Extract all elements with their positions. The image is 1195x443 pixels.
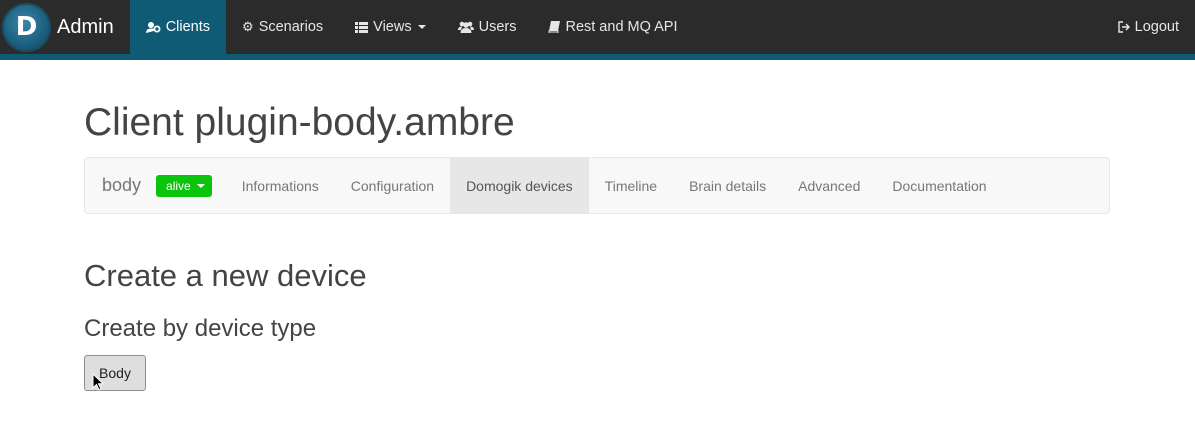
tab-label: Informations (241, 177, 319, 194)
tab-label: Brain details (689, 177, 767, 194)
book-icon (548, 21, 561, 33)
tab-timeline[interactable]: Timeline (589, 158, 673, 213)
users-icon (457, 21, 474, 33)
top-navbar: D Admin Clients ⚙ Scenarios Views Users … (0, 0, 1195, 60)
nav-users-label: Users (478, 19, 517, 35)
tab-informations[interactable]: Informations (226, 158, 335, 213)
nav-clients-label: Clients (165, 19, 211, 35)
nav-scenarios[interactable]: ⚙ Scenarios (226, 0, 339, 54)
tab-domogik-devices[interactable]: Domogik devices (450, 158, 589, 213)
domogik-logo-icon: D (2, 2, 51, 52)
tab-label: Documentation (892, 177, 987, 194)
chevron-down-icon (417, 25, 426, 29)
section-subheading: Create by device type (84, 315, 317, 342)
nav-clients[interactable]: Clients (129, 0, 227, 54)
nav-api-label: Rest and MQ API (565, 19, 678, 35)
nav-users[interactable]: Users (442, 0, 533, 54)
tab-label: Domogik devices (466, 177, 573, 194)
tab-brain-details[interactable]: Brain details (673, 158, 782, 213)
tab-advanced[interactable]: Advanced (782, 158, 876, 213)
tab-documentation[interactable]: Documentation (876, 158, 1002, 213)
nav-views-label: Views (373, 19, 412, 35)
client-name: body (102, 175, 142, 195)
section-heading: Create a new device (84, 258, 367, 293)
list-icon (355, 21, 369, 33)
client-header: body alive (85, 158, 226, 213)
tab-configuration[interactable]: Configuration (335, 158, 450, 213)
logout-label: Logout (1134, 19, 1179, 35)
status-label: alive (166, 178, 191, 193)
sign-out-icon (1117, 21, 1130, 33)
mouse-pointer-icon (92, 372, 105, 396)
page-title: Client plugin-body.ambre (84, 101, 515, 144)
tab-label: Timeline (604, 177, 658, 194)
status-dropdown-button[interactable]: alive (156, 174, 212, 197)
users-cog-icon (145, 21, 161, 34)
gear-icon: ⚙ (242, 19, 254, 34)
chevron-down-icon (196, 183, 205, 188)
logout-link[interactable]: Logout (1102, 0, 1195, 54)
nav-views[interactable]: Views (339, 0, 441, 54)
nav-scenarios-label: Scenarios (258, 19, 324, 35)
brand[interactable]: D Admin (0, 0, 130, 54)
client-subnav: body alive Informations Configuration Do… (84, 157, 1110, 214)
brand-title: Admin (57, 15, 114, 38)
tab-label: Advanced (798, 177, 861, 194)
nav-api[interactable]: Rest and MQ API (532, 0, 693, 54)
tab-label: Configuration (350, 177, 435, 194)
